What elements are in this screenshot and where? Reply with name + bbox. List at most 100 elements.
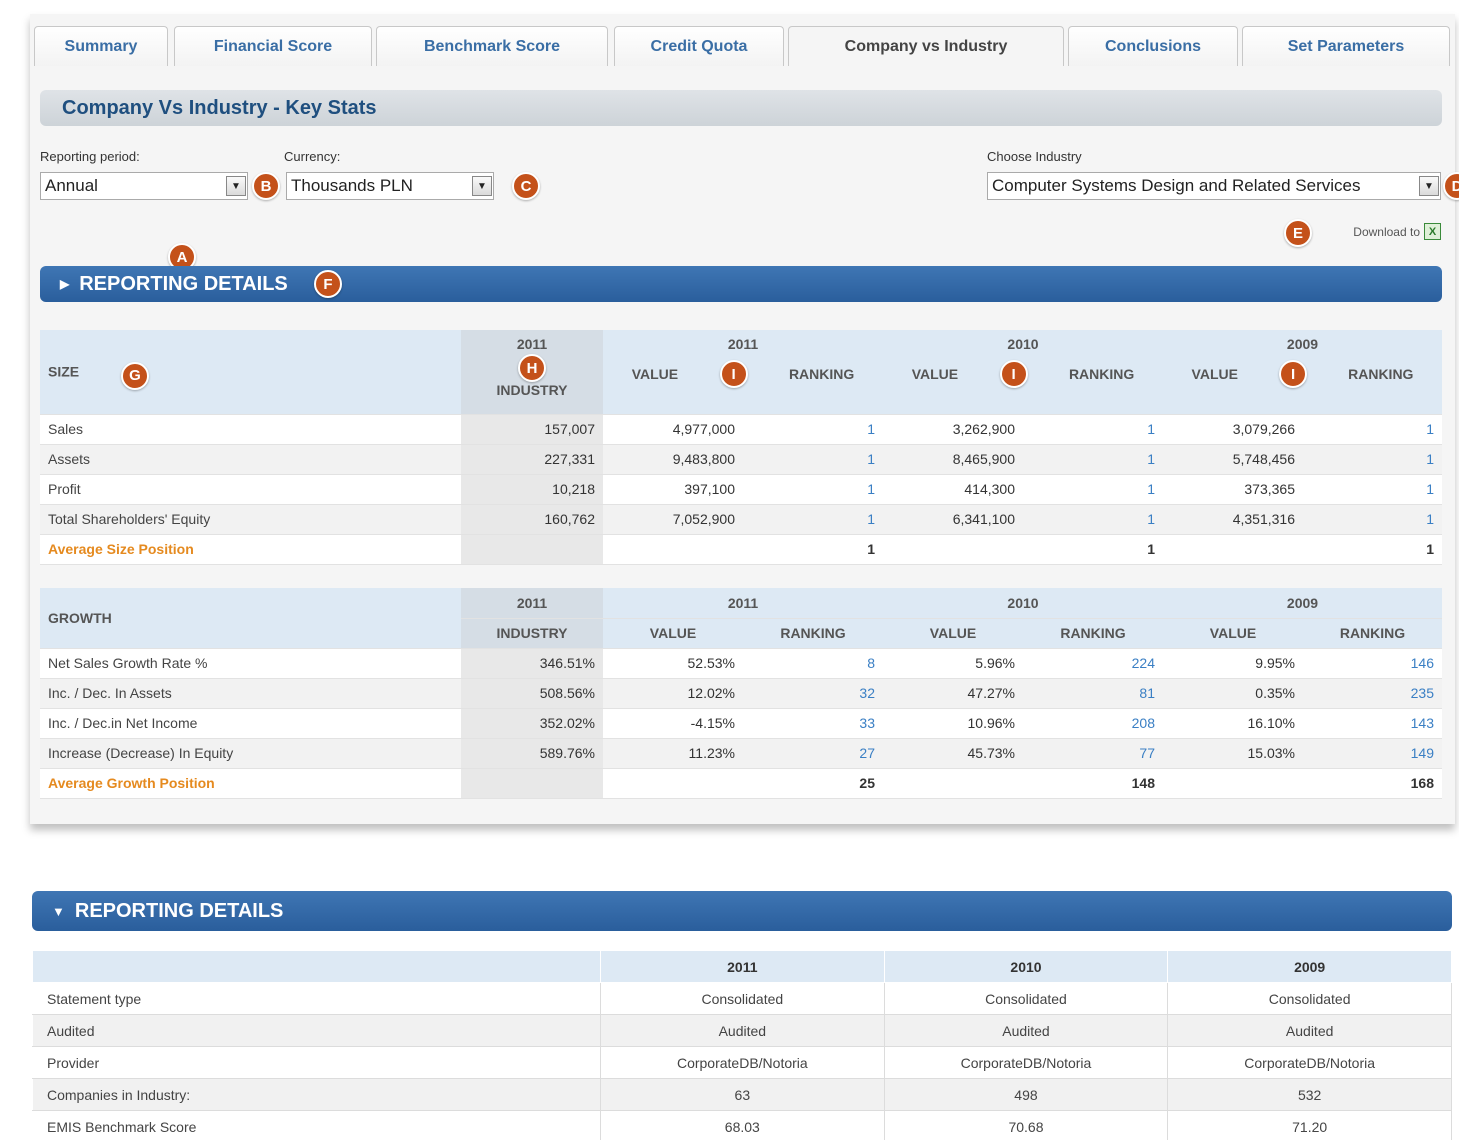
ranking-link[interactable]: 235 [1303, 678, 1442, 709]
reporting-details-toggle[interactable]: ▶ REPORTING DETAILS [40, 266, 1442, 302]
ranking-link[interactable]: 1 [743, 414, 883, 445]
size-header: SIZE G [40, 330, 461, 415]
tab-credit-quota[interactable]: Credit Quota [614, 26, 784, 66]
chevron-down-icon[interactable]: ▼ [226, 176, 246, 196]
year-2011-header: 2011 VALUE I RANKING [603, 330, 883, 415]
industry-value: Computer Systems Design and Related Serv… [992, 176, 1361, 195]
table-row: Total Shareholders' Equity 160,762 7,052… [40, 504, 1442, 535]
ranking-link[interactable]: 1 [1303, 414, 1442, 445]
report-cell: Consolidated [883, 982, 1169, 1015]
ranking-link[interactable]: 27 [743, 738, 883, 769]
value-cell: 45.73% [883, 738, 1023, 769]
ranking-link[interactable]: 1 [1303, 444, 1442, 475]
ranking-link[interactable]: 208 [1023, 708, 1163, 739]
value-cell: 9.95% [1163, 648, 1303, 679]
ranking-link[interactable]: 1 [743, 474, 883, 505]
ranking-link[interactable]: 32 [743, 678, 883, 709]
ranking-link[interactable]: 146 [1303, 648, 1442, 679]
ranking-link[interactable]: 81 [1023, 678, 1163, 709]
ranking-link[interactable]: 33 [743, 708, 883, 739]
report-cell: Consolidated [1167, 982, 1452, 1015]
industry-label: Choose Industry [987, 149, 1082, 164]
ranking-link[interactable]: 1 [1023, 444, 1163, 475]
excel-icon[interactable]: X [1424, 223, 1441, 240]
year-label: 2010 [883, 588, 1163, 619]
tab-benchmark-score[interactable]: Benchmark Score [376, 26, 608, 66]
year-label: 2011 [600, 950, 885, 983]
ranking-link[interactable]: 1 [1303, 504, 1442, 535]
average-growth-label: Average Growth Position [40, 768, 461, 799]
industry-year: 2011 [461, 588, 603, 619]
ranking-link[interactable]: 143 [1303, 708, 1442, 739]
value-cell: 52.53% [603, 648, 743, 679]
value-header: VALUE [1191, 366, 1238, 382]
currency-select[interactable]: Thousands PLN ▼ [286, 172, 494, 200]
currency-value: Thousands PLN [291, 176, 413, 195]
tab-financial-score[interactable]: Financial Score [174, 26, 372, 66]
report-cell: CorporateDB/Notoria [1167, 1046, 1452, 1079]
download-label: Download to [1353, 224, 1420, 239]
value-header: VALUE [883, 618, 1023, 649]
value-cell: 9,483,800 [603, 444, 743, 475]
chevron-down-icon[interactable]: ▼ [1419, 176, 1439, 196]
marker-e: E [1284, 219, 1312, 247]
growth-body: Net Sales Growth Rate % 346.51% 52.53% 8… [40, 648, 1442, 799]
report-cell: 68.03 [600, 1110, 885, 1140]
industry-select[interactable]: Computer Systems Design and Related Serv… [987, 172, 1441, 200]
ranking-link[interactable]: 1 [1023, 414, 1163, 445]
marker-g: G [121, 361, 150, 390]
value-cell: -4.15% [603, 708, 743, 739]
ranking-link[interactable]: 149 [1303, 738, 1442, 769]
marker-i: I [999, 360, 1028, 388]
report-cell: 70.68 [883, 1110, 1169, 1140]
ranking-header: RANKING [743, 618, 883, 649]
triangle-right-icon: ▶ [60, 277, 70, 291]
reporting-period-select[interactable]: Annual ▼ [40, 172, 248, 200]
industry-header: 2011 H INDUSTRY [461, 330, 603, 415]
industry-empty [461, 534, 603, 565]
chevron-down-icon[interactable]: ▼ [472, 176, 492, 196]
ranking-link[interactable]: 1 [1023, 504, 1163, 535]
size-title: SIZE [48, 363, 80, 380]
report-cell: Consolidated [600, 982, 885, 1015]
row-label: Assets [40, 444, 461, 475]
value-cell: 4,351,316 [1163, 504, 1303, 535]
tab-conclusions[interactable]: Conclusions [1068, 26, 1238, 66]
row-label: Net Sales Growth Rate % [40, 648, 461, 679]
report-cell: 532 [1167, 1078, 1452, 1111]
value-cell: 4,977,000 [603, 414, 743, 445]
download-link[interactable]: Download to X [1353, 223, 1441, 240]
average-rank: 148 [1023, 768, 1163, 799]
reporting-details-table: 2011 2010 2009 Statement type Consolidat… [32, 950, 1452, 1140]
marker-h: H [518, 354, 546, 382]
row-label: Statement type [32, 982, 601, 1015]
average-rank: 1 [1023, 534, 1163, 565]
reporting-period-label: Reporting period: [40, 149, 140, 164]
value-cell: 5.96% [883, 648, 1023, 679]
reporting-details-expanded-toggle[interactable]: ▼ REPORTING DETAILS [32, 891, 1452, 931]
value-cell: 0.35% [1163, 678, 1303, 709]
ranking-link[interactable]: 77 [1023, 738, 1163, 769]
tab-set-parameters[interactable]: Set Parameters [1242, 26, 1450, 66]
industry-value: 589.76% [461, 738, 603, 769]
ranking-link[interactable]: 1 [743, 504, 883, 535]
tab-company-vs-industry[interactable]: Company vs Industry [788, 26, 1064, 66]
ranking-header: RANKING [1303, 618, 1442, 649]
ranking-link[interactable]: 1 [1303, 474, 1442, 505]
year-label: 2010 [1007, 336, 1039, 352]
ranking-link[interactable]: 1 [743, 444, 883, 475]
value-cell: 8,465,900 [883, 444, 1023, 475]
ranking-link[interactable]: 1 [1023, 474, 1163, 505]
industry-label-header: INDUSTRY [496, 382, 568, 398]
tab-summary[interactable]: Summary [34, 26, 168, 66]
triangle-down-icon: ▼ [52, 903, 65, 919]
table-row: Net Sales Growth Rate % 346.51% 52.53% 8… [40, 648, 1442, 679]
industry-value: 160,762 [461, 504, 603, 535]
ranking-link[interactable]: 8 [743, 648, 883, 679]
report-cell: Audited [600, 1014, 885, 1047]
value-cell: 3,262,900 [883, 414, 1023, 445]
ranking-link[interactable]: 224 [1023, 648, 1163, 679]
ranking-header: RANKING [788, 366, 855, 382]
year-label: 2009 [1163, 588, 1442, 619]
industry-empty [461, 768, 603, 799]
